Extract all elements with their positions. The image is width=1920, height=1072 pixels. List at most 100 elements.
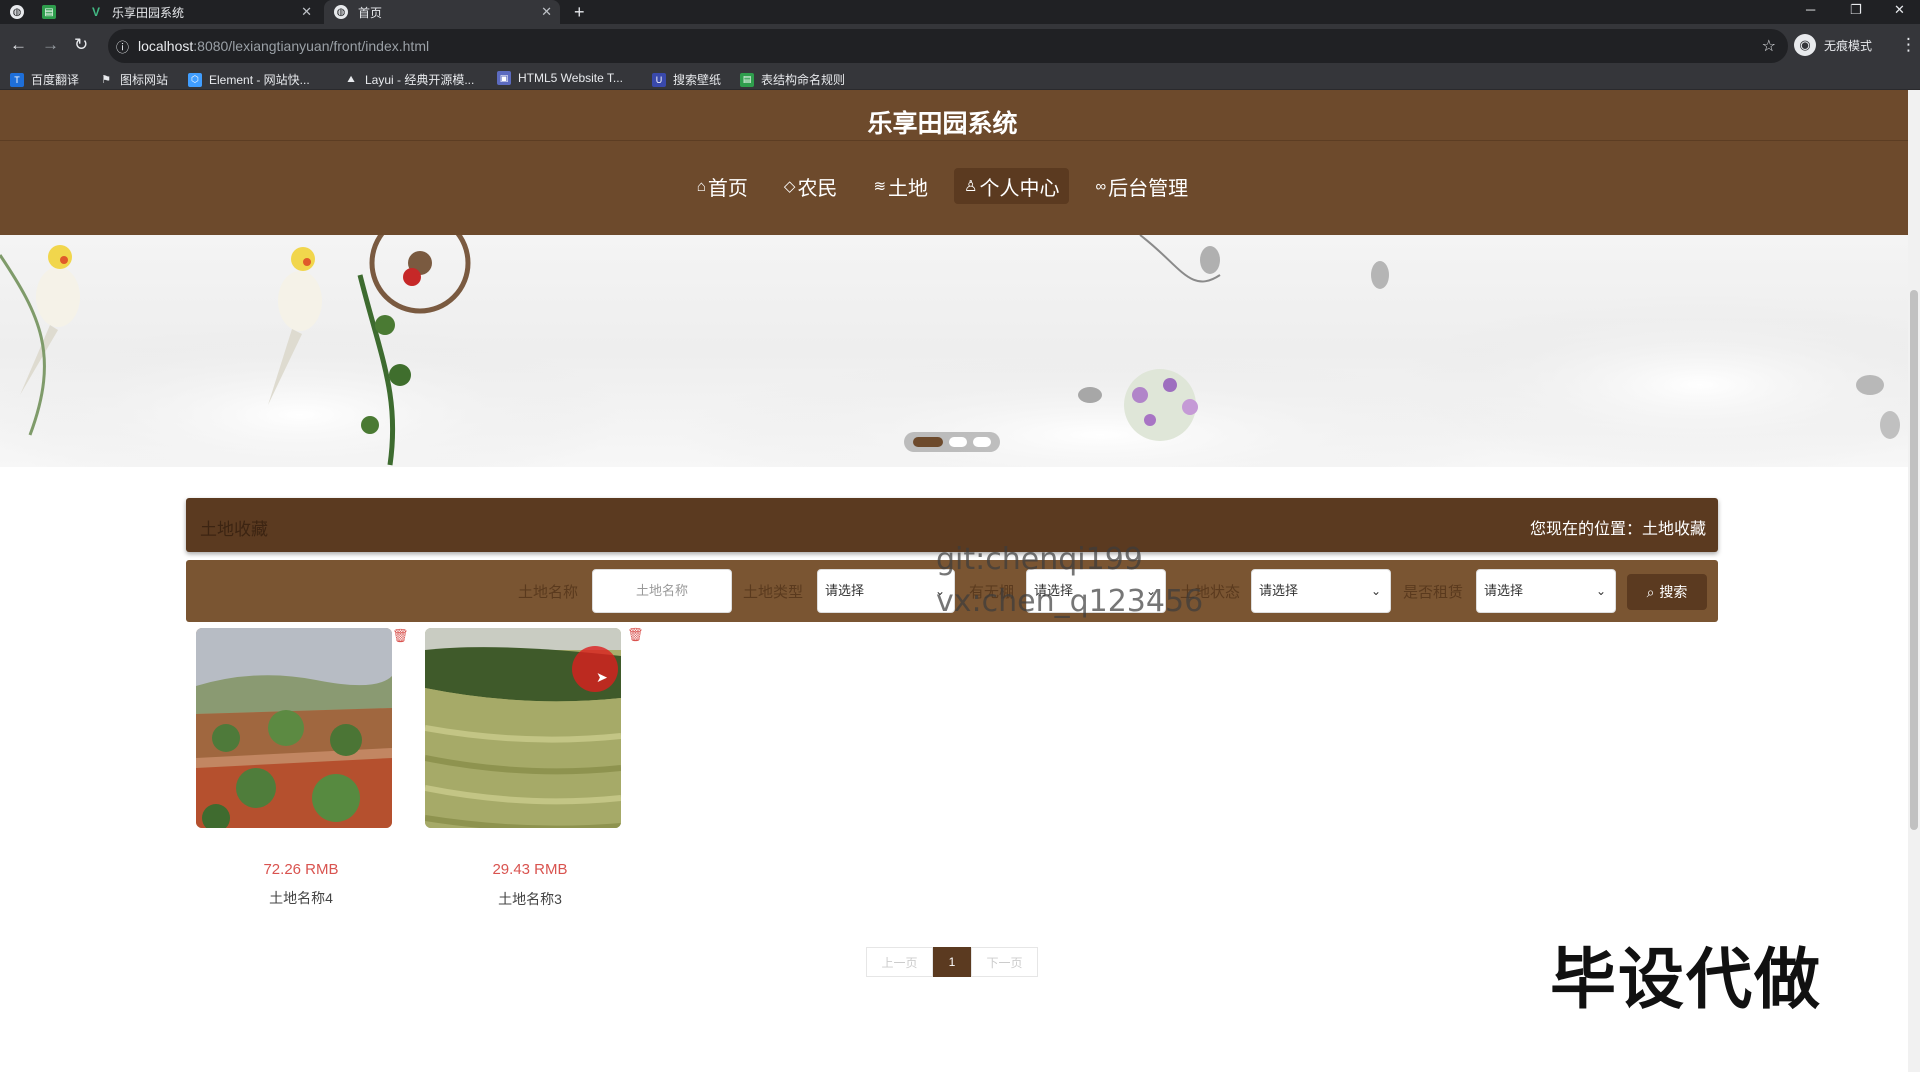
header-divider <box>0 140 1908 141</box>
user-icon: ♙ <box>964 178 978 195</box>
watermark-git: git:chenqi199 <box>936 542 1143 577</box>
tab-label: 首页 <box>358 5 383 20</box>
tab-app[interactable]: ▤ <box>42 0 64 24</box>
select-value: 请选择 <box>1484 583 1524 598</box>
bookmark-item[interactable]: T 百度翻译 <box>10 71 79 88</box>
item-name: 土地名称4 <box>269 890 333 906</box>
tab-system[interactable]: V 乐享田园系统 ✕ <box>66 0 320 24</box>
nav-label: 个人中心 <box>979 177 1060 200</box>
list-item[interactable] <box>196 628 392 828</box>
new-tab-button[interactable]: + <box>574 0 594 24</box>
close-icon[interactable]: ✕ <box>541 4 552 20</box>
section-title: 土地收藏 <box>200 520 268 539</box>
rent-label: 是否租赁 <box>1403 584 1464 601</box>
bookmark-label: 搜索壁纸 <box>673 73 722 87</box>
bookmark-label: 百度翻译 <box>31 73 80 87</box>
flag-icon: ⚑ <box>99 72 113 87</box>
current-position: 您现在的位置：土地收藏 <box>1529 521 1706 538</box>
bookmark-item[interactable]: U 搜索壁纸 <box>652 71 721 88</box>
nav-label: 农民 <box>797 177 838 200</box>
page-viewport: 乐享田园系统 ⌂ 首页 ◇ 农民 ≋ 土地 ♙ 个人中心 ∞ 后台管理 土地收藏… <box>0 90 1908 1072</box>
watermark-vx: vx:chen_q123456 <box>936 584 1204 619</box>
land-image[interactable] <box>196 628 392 828</box>
delete-icon[interactable]: 🗑 <box>627 627 644 643</box>
bookmark-label: 图标网站 <box>120 73 169 87</box>
bookmark-item[interactable]: ▣ HTML5 Website T... <box>497 71 623 85</box>
item-price: 72.26 RMB <box>263 861 339 878</box>
element-icon: ⬡ <box>188 72 202 87</box>
carousel-dots <box>904 432 1000 452</box>
bookmark-item[interactable]: ⬡ Element - 网站快... <box>188 71 310 88</box>
land-type-select[interactable]: 请选择 ⌄ <box>817 569 955 613</box>
incognito-indicator[interactable]: ◉ 无痕模式 <box>1794 34 1872 56</box>
bookmark-label: Layui - 经典开源模... <box>365 73 475 87</box>
sheet-icon: ▤ <box>740 72 754 87</box>
tab-pinned[interactable]: ◍ <box>10 0 38 24</box>
globe-icon: ◍ <box>334 5 348 19</box>
page-number-current[interactable]: 1 <box>933 947 971 977</box>
back-icon[interactable]: ← <box>10 35 27 55</box>
vue-icon: V <box>92 5 101 19</box>
search-button[interactable]: ⌕ 搜索 <box>1627 574 1707 610</box>
minimize-icon[interactable]: ─ <box>1806 2 1815 17</box>
info-icon: ⓘ <box>116 40 130 55</box>
star-icon[interactable]: ☆ <box>1762 36 1776 56</box>
nav-item-profile[interactable]: ♙ 个人中心 <box>954 168 1070 204</box>
scrollbar-thumb[interactable] <box>1910 290 1918 830</box>
nav-label: 首页 <box>707 177 748 200</box>
omnibox[interactable]: ⓘ localhost:8080/lexiangtianyuan/front/i… <box>108 29 1788 63</box>
incognito-icon: ◉ <box>1794 34 1816 56</box>
land-status-select[interactable]: 请选择 ⌄ <box>1251 569 1391 613</box>
page-scrollbar[interactable] <box>1908 90 1920 1072</box>
land-name-input[interactable]: 土地名称 <box>592 569 732 613</box>
nav-item-home[interactable]: ⌂ 首页 <box>687 168 758 204</box>
select-value: 请选择 <box>1259 583 1299 598</box>
close-icon[interactable]: ✕ <box>301 4 312 20</box>
forward-icon[interactable]: → <box>42 35 59 55</box>
bookmarks-bar: T 百度翻译 ⚑ 图标网站 ⬡ Element - 网站快... ⛰ Layui… <box>0 68 1920 90</box>
bookmark-label: 表结构命名规则 <box>761 73 846 87</box>
bookmark-label: Element - 网站快... <box>209 73 310 87</box>
bookmark-item[interactable]: ▤ 表结构命名规则 <box>740 71 845 88</box>
browser-tab-strip: ◍ ▤ V 乐享田园系统 ✕ ◍ 首页 ✕ + ─ ❐ ✕ <box>0 0 1920 24</box>
chevron-down-icon: ⌄ <box>1595 584 1606 598</box>
link-icon: ∞ <box>1095 177 1107 195</box>
reload-icon[interactable]: ↻ <box>74 35 88 55</box>
rent-select[interactable]: 请选择 ⌄ <box>1476 569 1616 613</box>
home-icon: ⌂ <box>696 177 706 195</box>
nav-item-admin[interactable]: ∞ 后台管理 <box>1085 168 1198 204</box>
bookmark-item[interactable]: ⚑ 图标网站 <box>99 71 168 88</box>
menu-icon[interactable]: ⋮ <box>1900 35 1917 55</box>
cursor-highlight <box>572 646 618 692</box>
sheet-icon: ▤ <box>42 5 56 19</box>
search-icon: ⌕ <box>1646 583 1655 600</box>
nav-label: 土地 <box>888 177 929 200</box>
tag-icon: ◇ <box>783 178 796 195</box>
close-window-icon[interactable]: ✕ <box>1894 2 1905 18</box>
nav-item-land[interactable]: ≋ 土地 <box>863 168 938 204</box>
site-header: 乐享田园系统 ⌂ 首页 ◇ 农民 ≋ 土地 ♙ 个人中心 ∞ 后台管理 <box>0 90 1908 235</box>
carousel-dot-3[interactable] <box>973 437 991 447</box>
banner-carousel[interactable] <box>0 235 1908 467</box>
prev-page-button[interactable]: 上一页 <box>866 947 933 977</box>
html5-icon: ▣ <box>497 71 511 85</box>
incognito-label: 无痕模式 <box>1824 38 1873 53</box>
land-type-label: 土地类型 <box>743 584 804 601</box>
carousel-dot-1[interactable] <box>913 437 943 447</box>
chevron-down-icon: ⌄ <box>1370 584 1381 598</box>
main-nav: ⌂ 首页 ◇ 农民 ≋ 土地 ♙ 个人中心 ∞ 后台管理 <box>0 168 1885 204</box>
address-bar-row: ← → ↻ ⓘ localhost:8080/lexiangtianyuan/f… <box>0 24 1920 68</box>
tab-home[interactable]: ◍ 首页 ✕ <box>324 0 560 24</box>
bookmark-label: HTML5 Website T... <box>518 71 623 85</box>
delete-icon[interactable]: 🗑 <box>392 628 409 644</box>
restore-icon[interactable]: ❐ <box>1850 2 1862 18</box>
select-value: 请选择 <box>825 583 865 598</box>
carousel-dot-2[interactable] <box>949 437 967 447</box>
promo-overlay-text: 毕设代做 <box>1550 942 1822 1016</box>
nav-item-farmers[interactable]: ◇ 农民 <box>774 168 848 204</box>
next-page-button[interactable]: 下一页 <box>971 947 1038 977</box>
nav-label: 后台管理 <box>1108 177 1189 200</box>
item-price: 29.43 RMB <box>492 861 568 878</box>
layers-icon: ≋ <box>873 178 887 195</box>
bookmark-item[interactable]: ⛰ Layui - 经典开源模... <box>344 71 474 88</box>
